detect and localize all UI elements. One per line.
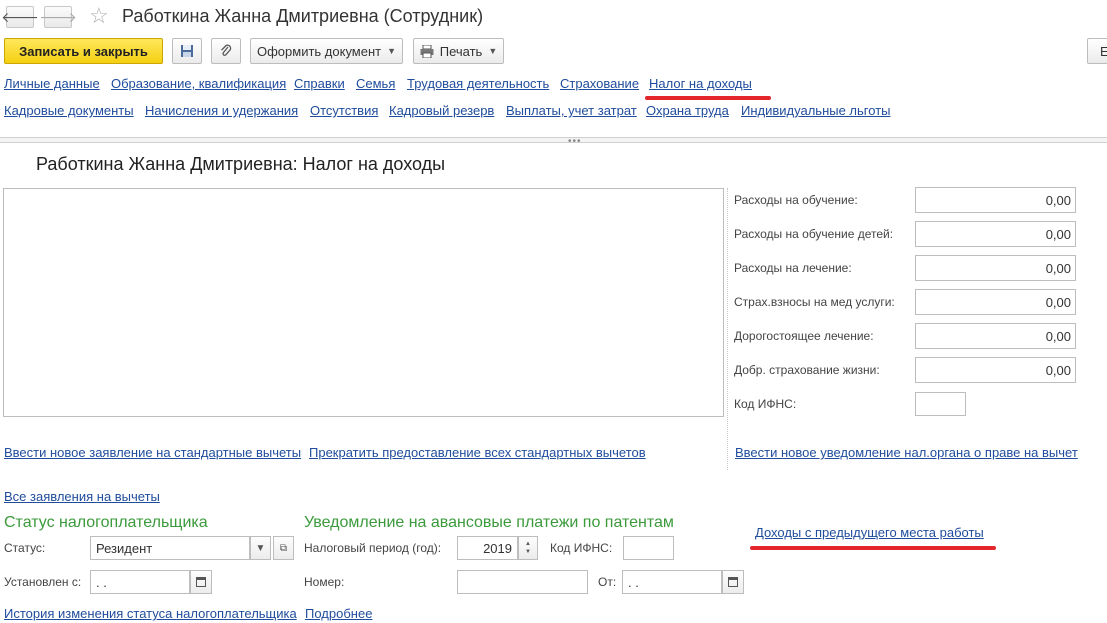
new-tax-notice-link[interactable]: Ввести новое уведомление нал.органа о пр… xyxy=(735,445,1078,460)
deduction-label: Дорогостоящее лечение: xyxy=(734,329,874,343)
from-calendar-button[interactable] xyxy=(722,570,744,594)
tab-education[interactable]: Образование, квалификация xyxy=(111,76,286,91)
highlight-underline xyxy=(750,546,996,550)
vertical-divider xyxy=(727,188,728,470)
chevron-down-icon: ▼ xyxy=(488,46,498,56)
open-window-icon: ⧉ xyxy=(279,542,288,554)
previous-employer-income-link[interactable]: Доходы с предыдущего места работы xyxy=(755,525,984,540)
established-calendar-button[interactable] xyxy=(190,570,212,594)
taxpayer-status-heading: Статус налогоплательщика xyxy=(4,514,208,531)
calendar-icon xyxy=(196,577,206,587)
favorite-star-icon[interactable]: ☆ xyxy=(89,3,109,29)
status-open-button[interactable]: ⧉ xyxy=(273,536,294,560)
deductions-table[interactable] xyxy=(3,188,724,417)
spinner-up-icon: ▲ xyxy=(525,541,531,547)
more-button[interactable]: Е xyxy=(1087,38,1107,64)
drag-handle-icon[interactable]: ••• xyxy=(568,136,582,147)
from-label: От: xyxy=(598,575,617,589)
deduction-label: Расходы на лечение: xyxy=(734,261,852,275)
patent-ifns-label: Код ИФНС: xyxy=(550,541,613,555)
floppy-disk-icon xyxy=(181,45,193,57)
tax-period-field[interactable]: 2019 xyxy=(457,536,518,560)
tax-period-spinner[interactable]: ▲ ▼ xyxy=(518,536,538,560)
from-date-field[interactable]: . . xyxy=(622,570,722,594)
print-label: Печать xyxy=(439,43,483,59)
ifns-code-label: Код ИФНС: xyxy=(734,397,797,411)
print-button[interactable]: Печать ▼ xyxy=(413,38,504,64)
tab-income-tax[interactable]: Налог на доходы xyxy=(649,76,752,91)
tab-accruals[interactable]: Начисления и удержания xyxy=(145,103,298,118)
back-button[interactable]: 🡐 xyxy=(1,6,39,28)
tab-hr-documents[interactable]: Кадровые документы xyxy=(4,103,134,118)
save-button[interactable] xyxy=(172,38,202,64)
tab-individual-benefits[interactable]: Индивидуальные льготы xyxy=(741,103,891,118)
established-date-field[interactable]: . . xyxy=(90,570,190,594)
tab-work-history[interactable]: Трудовая деятельность xyxy=(407,76,549,91)
create-document-button[interactable]: Оформить документ ▼ xyxy=(250,38,403,64)
all-applications-link[interactable]: Все заявления на вычеты xyxy=(4,489,160,504)
tab-hr-reserve[interactable]: Кадровый резерв xyxy=(389,103,494,118)
paperclip-icon xyxy=(221,44,232,56)
tab-payments[interactable]: Выплаты, учет затрат xyxy=(506,103,637,118)
tab-family[interactable]: Семья xyxy=(356,76,395,91)
highlight-underline xyxy=(645,96,771,100)
window-title: Работкина Жанна Дмитриевна (Сотрудник) xyxy=(122,6,484,26)
chevron-down-icon: ▼ xyxy=(255,542,266,554)
medical-expenses-field[interactable]: 0,00 xyxy=(915,255,1076,281)
expensive-treatment-field[interactable]: 0,00 xyxy=(915,323,1076,349)
spinner-down-icon: ▼ xyxy=(525,549,531,555)
established-label: Установлен с: xyxy=(4,575,82,589)
deduction-label: Добр. страхование жизни: xyxy=(734,363,880,377)
number-label: Номер: xyxy=(304,575,345,589)
calendar-icon xyxy=(728,577,738,587)
printer-icon xyxy=(420,44,434,58)
status-dropdown-button[interactable]: ▼ xyxy=(250,536,271,560)
stop-standard-deductions-link[interactable]: Прекратить предоставление всех стандартн… xyxy=(309,445,646,460)
tab-insurance[interactable]: Страхование xyxy=(560,76,639,91)
patent-ifns-field[interactable] xyxy=(623,536,674,560)
life-insurance-field[interactable]: 0,00 xyxy=(915,357,1076,383)
deduction-label: Расходы на обучение детей: xyxy=(734,227,894,241)
panel-splitter[interactable] xyxy=(0,137,1107,143)
number-field[interactable] xyxy=(457,570,588,594)
chevron-down-icon: ▼ xyxy=(387,46,397,56)
ifns-code-field[interactable] xyxy=(915,392,966,416)
tab-absences[interactable]: Отсутствия xyxy=(310,103,378,118)
create-document-label: Оформить документ xyxy=(256,43,382,59)
forward-button[interactable]: 🡒 xyxy=(39,6,77,28)
tab-personal-data[interactable]: Личные данные xyxy=(4,76,100,91)
more-details-link[interactable]: Подробнее xyxy=(305,606,372,621)
medical-insurance-field[interactable]: 0,00 xyxy=(915,289,1076,315)
deduction-label: Страх.взносы на мед услуги: xyxy=(734,295,895,309)
children-education-expenses-field[interactable]: 0,00 xyxy=(915,221,1076,247)
attach-button[interactable] xyxy=(211,38,241,64)
status-history-link[interactable]: История изменения статуса налогоплательщ… xyxy=(4,606,297,621)
education-expenses-field[interactable]: 0,00 xyxy=(915,187,1076,213)
deduction-label: Расходы на обучение: xyxy=(734,193,858,207)
arrow-right-icon: 🡒 xyxy=(39,8,77,25)
new-standard-deduction-link[interactable]: Ввести новое заявление на стандартные вы… xyxy=(4,445,301,460)
status-label: Статус: xyxy=(4,541,46,555)
save-close-button[interactable]: Записать и закрыть xyxy=(4,38,163,64)
tax-period-label: Налоговый период (год): xyxy=(304,541,442,555)
tab-certificates[interactable]: Справки xyxy=(294,76,345,91)
page-title: Работкина Жанна Дмитриевна: Налог на дох… xyxy=(36,154,446,174)
patent-notice-heading: Уведомление на авансовые платежи по пате… xyxy=(304,514,674,531)
status-select[interactable]: Резидент xyxy=(90,536,250,560)
tab-labor-safety[interactable]: Охрана труда xyxy=(646,103,729,118)
arrow-left-icon: 🡐 xyxy=(1,8,39,25)
